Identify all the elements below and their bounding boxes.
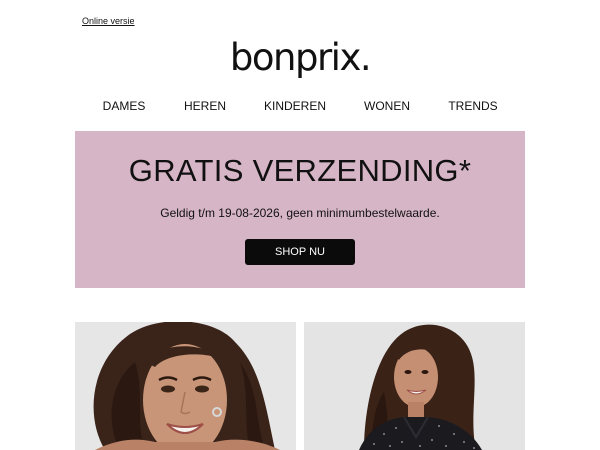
online-version-link[interactable]: Online versie: [82, 16, 135, 26]
nav-item-wonen[interactable]: WONEN: [364, 99, 410, 113]
free-shipping-banner[interactable]: GRATIS VERZENDING* Geldig t/m 19-08-2026…: [75, 131, 525, 288]
promo-title: GRATIS VERZENDING*: [128, 153, 472, 188]
main-nav: DAMES HEREN KINDEREN WONEN TRENDS: [75, 99, 525, 115]
promo-subtitle: Geldig t/m 19-08-2026, geen minimumbeste…: [160, 206, 440, 220]
nav-item-trends[interactable]: TRENDS: [448, 99, 497, 113]
model-photo-right-icon: [304, 322, 525, 450]
shop-now-button[interactable]: SHOP NU: [245, 239, 355, 265]
product-tile-left[interactable]: [75, 322, 296, 450]
nav-item-kinderen[interactable]: KINDEREN: [264, 99, 326, 113]
nav-item-dames[interactable]: DAMES: [103, 99, 146, 113]
nav-item-heren[interactable]: HEREN: [184, 99, 226, 113]
bonprix-logo[interactable]: bonprix.: [0, 36, 600, 79]
model-photo-left-icon: [75, 322, 296, 450]
product-tile-right[interactable]: [304, 322, 525, 450]
